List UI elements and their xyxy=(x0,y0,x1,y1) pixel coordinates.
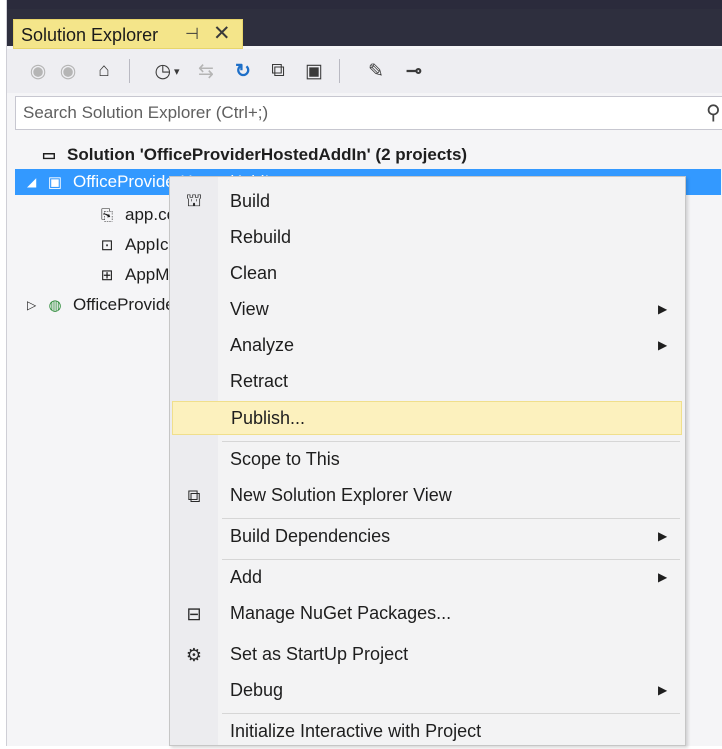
nuget-icon: ⊟ xyxy=(186,603,202,624)
menu-label: Clean xyxy=(230,263,278,283)
sync-icon[interactable]: ⇆ xyxy=(193,49,219,93)
search-input[interactable]: Search Solution Explorer (Ctrl+;) ⚲ xyxy=(15,96,722,130)
close-icon[interactable]: ✕ xyxy=(213,21,231,46)
toolbar-separator xyxy=(339,59,340,83)
submenu-arrow-icon: ▶ xyxy=(658,683,668,697)
menu-label: Set as StartUp Project xyxy=(230,644,409,664)
menu-separator xyxy=(222,441,680,442)
pin-icon[interactable]: ⊣ xyxy=(185,24,199,44)
menu-label: Manage NuGet Packages... xyxy=(230,603,452,623)
top-strip xyxy=(7,0,722,9)
menu-separator xyxy=(222,518,680,519)
submenu-arrow-icon: ▶ xyxy=(658,570,668,584)
show-all-files-icon[interactable]: ▣ xyxy=(299,49,329,93)
toolbar: ◉ ◉ ⌂ ◷ ▾ ⇆ ↻ ⧉ ▣ ✎ ⊸ xyxy=(7,49,722,93)
submenu-arrow-icon: ▶ xyxy=(658,338,668,352)
menu-label: Retract xyxy=(230,371,289,391)
menu-item-initialize-interactive[interactable]: Initialize Interactive with Project xyxy=(172,715,682,749)
menu-item-publish[interactable]: Publish... xyxy=(172,401,682,435)
home-icon[interactable]: ⌂ xyxy=(89,49,119,93)
submenu-arrow-icon: ▶ xyxy=(658,529,668,543)
menu-item-build[interactable]: ⛫ Build xyxy=(172,185,682,219)
solution-label: Solution 'OfficeProviderHostedAddIn' (2 … xyxy=(67,145,468,164)
menu-item-view[interactable]: View ▶ xyxy=(172,293,682,327)
menu-item-clean[interactable]: Clean xyxy=(172,257,682,291)
web-project-icon: ◍ xyxy=(48,297,62,314)
menu-item-build-dependencies[interactable]: Build Dependencies ▶ xyxy=(172,520,682,554)
solution-icon: ▭ xyxy=(41,147,57,164)
menu-item-add[interactable]: Add ▶ xyxy=(172,561,682,595)
menu-item-set-startup[interactable]: ⚙ Set as StartUp Project xyxy=(172,638,682,672)
properties-icon[interactable]: ✎ xyxy=(361,49,391,93)
history-icon[interactable]: ◷ ▾ xyxy=(147,49,187,93)
menu-item-analyze[interactable]: Analyze ▶ xyxy=(172,329,682,363)
menu-separator xyxy=(222,559,680,560)
gear-icon: ⚙ xyxy=(185,644,203,665)
refresh-icon[interactable]: ↻ xyxy=(229,49,257,93)
manifest-file-icon: ⊞ xyxy=(100,267,114,284)
tree-item-solution[interactable]: ▭ Solution 'OfficeProviderHostedAddIn' (… xyxy=(37,142,722,168)
menu-label: Scope to This xyxy=(230,449,340,469)
menu-item-rebuild[interactable]: Rebuild xyxy=(172,221,682,255)
build-icon: ⛫ xyxy=(185,190,203,210)
search-icon[interactable]: ⚲ xyxy=(706,100,721,125)
menu-label: Initialize Interactive with Project xyxy=(230,721,482,741)
back-icon[interactable]: ◉ xyxy=(25,49,51,93)
menu-label: Analyze xyxy=(230,335,295,355)
new-view-icon: ⧉ xyxy=(187,485,201,506)
menu-label: Build xyxy=(230,191,271,211)
menu-item-scope-to-this[interactable]: Scope to This xyxy=(172,443,682,477)
config-file-icon: ⎘ xyxy=(100,206,113,224)
submenu-arrow-icon: ▶ xyxy=(658,302,668,316)
collapse-all-icon[interactable]: ⧉ xyxy=(263,49,293,93)
context-menu: ⛫ Build Rebuild Clean View ▶ Analyze ▶ R… xyxy=(169,176,686,746)
toolbar-separator xyxy=(129,59,130,83)
menu-label: Build Dependencies xyxy=(230,526,391,546)
forward-icon[interactable]: ◉ xyxy=(55,49,81,93)
search-placeholder: Search Solution Explorer (Ctrl+;) xyxy=(23,103,269,122)
menu-item-manage-nuget[interactable]: ⊟ Manage NuGet Packages... xyxy=(172,597,682,631)
menu-label: Rebuild xyxy=(230,227,292,247)
menu-item-retract[interactable]: Retract xyxy=(172,365,682,399)
menu-label: Debug xyxy=(230,680,284,700)
image-file-icon: ⊡ xyxy=(100,237,114,254)
window-title: Solution Explorer xyxy=(21,25,159,45)
menu-separator xyxy=(222,713,680,714)
menu-label: Publish... xyxy=(231,408,306,428)
menu-label: View xyxy=(230,299,269,319)
collapsed-arrow-icon[interactable]: ▷ xyxy=(27,298,43,312)
preview-icon[interactable]: ⊸ xyxy=(399,49,429,93)
expand-arrow-icon[interactable]: ◢ xyxy=(27,175,43,189)
menu-item-new-solution-explorer-view[interactable]: ⧉ New Solution Explorer View xyxy=(172,479,682,513)
menu-label: New Solution Explorer View xyxy=(230,485,452,505)
menu-item-debug[interactable]: Debug ▶ xyxy=(172,674,682,708)
solution-explorer-tab[interactable]: Solution Explorer ⊣ ✕ xyxy=(13,19,243,49)
project-icon: ▣ xyxy=(47,174,63,191)
menu-label: Add xyxy=(230,567,263,587)
